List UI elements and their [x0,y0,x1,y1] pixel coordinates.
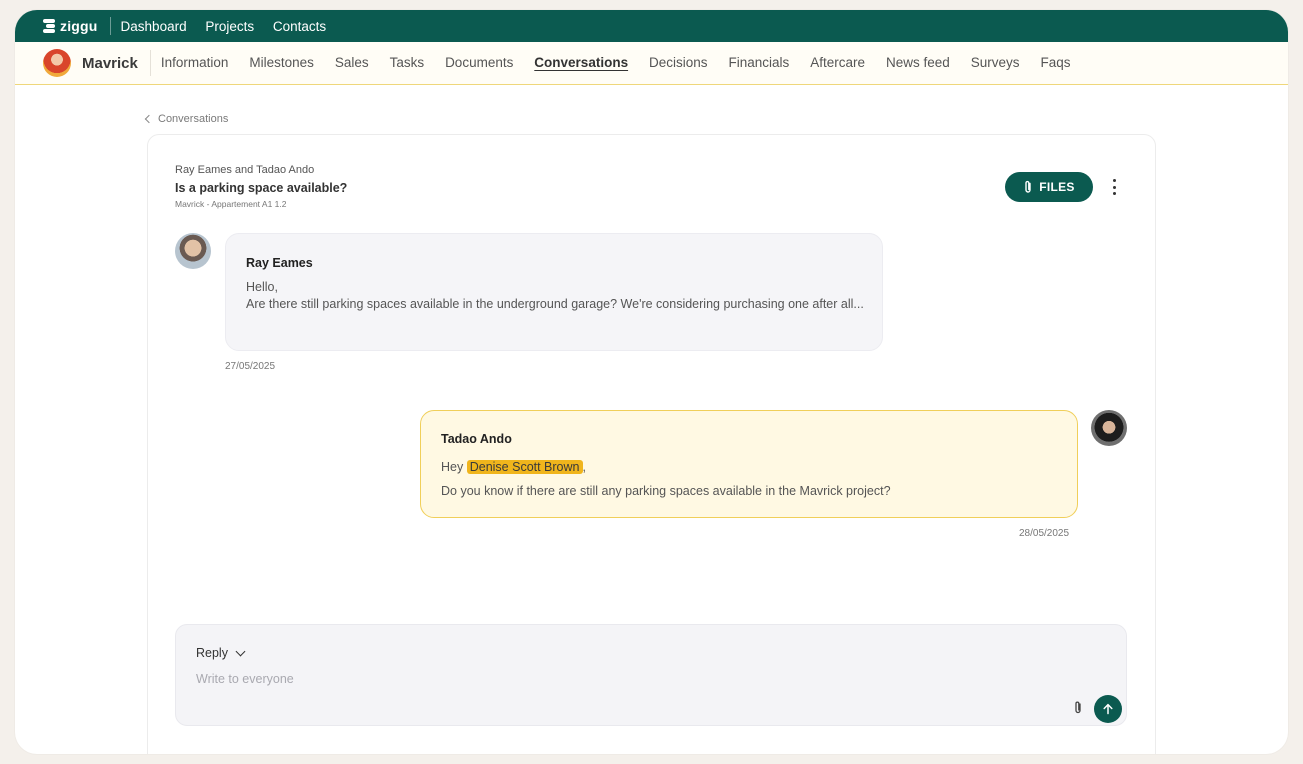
paperclip-icon [1025,180,1031,193]
app-window: ziggu Dashboard Projects Contacts Mavric… [15,10,1288,754]
tab-milestones[interactable]: Milestones [249,55,314,70]
breadcrumb-back[interactable]: Conversations [144,113,229,125]
message-sender: Ray Eames [246,256,313,270]
tab-documents[interactable]: Documents [445,55,513,70]
message-punctuation: , [582,460,586,474]
brand-name: ziggu [60,18,98,34]
tab-aftercare[interactable]: Aftercare [810,55,865,70]
message-body: Hello, Are there still parking spaces av… [246,279,866,313]
conversation-participants: Ray Eames and Tadao Ando [175,164,315,176]
avatar-ray-eames [175,233,211,269]
conversation-subtitle: Mavrick - Appartement A1 1.2 [175,199,287,209]
reply-audience-dropdown[interactable]: Reply [196,646,246,660]
tab-decisions[interactable]: Decisions [649,55,708,70]
conversation-card: Ray Eames and Tadao Ando Is a parking sp… [147,134,1156,754]
ziggu-logo[interactable]: ziggu [43,18,98,34]
message-bubble: Ray Eames Hello, Are there still parking… [225,233,883,351]
send-button[interactable] [1094,695,1122,723]
tab-sales[interactable]: Sales [335,55,369,70]
chevron-left-icon [144,114,154,124]
message-line: Are there still parking spaces available… [246,297,864,311]
own-message-bubble: Tadao Ando Hey Denise Scott Brown, Do yo… [420,410,1078,518]
conversation-title: Is a parking space available? [175,181,348,195]
reply-box: Reply [175,624,1127,726]
tab-information[interactable]: Information [161,55,229,70]
message-date: 27/05/2025 [225,361,276,372]
files-button-label: FILES [1039,180,1075,194]
tab-financials[interactable]: Financials [729,55,790,70]
nav-projects[interactable]: Projects [205,19,254,34]
reply-label: Reply [196,646,228,660]
chevron-down-icon [235,646,246,656]
message-greeting: Hey [441,460,464,474]
breadcrumb-label: Conversations [158,113,229,125]
message-date: 28/05/2025 [1019,528,1070,539]
project-bar: Mavrick Information Milestones Sales Tas… [15,42,1288,85]
project-tabs: Information Milestones Sales Tasks Docum… [161,54,1087,72]
message-line: Hello, [246,280,278,294]
tab-faqs[interactable]: Faqs [1040,55,1070,70]
project-avatar [43,49,71,77]
tab-tasks[interactable]: Tasks [390,55,425,70]
arrow-up-icon [1103,703,1113,715]
project-divider [149,50,151,76]
tab-conversations[interactable]: Conversations [534,55,628,70]
mention-tag[interactable]: Denise Scott Brown [466,460,583,474]
paperclip-icon[interactable] [1073,700,1083,715]
message-body: Hey Denise Scott Brown, Do you know if t… [441,455,1061,503]
files-button[interactable]: FILES [1005,172,1093,202]
more-options-icon[interactable] [1110,179,1118,195]
tab-surveys[interactable]: Surveys [971,55,1020,70]
nav-dashboard[interactable]: Dashboard [121,19,187,34]
avatar-tadao-ando [1091,410,1127,446]
top-nav: Dashboard Projects Contacts [121,19,342,34]
ziggu-logo-icon [43,19,55,33]
top-divider [109,17,111,35]
nav-contacts[interactable]: Contacts [273,19,326,34]
reply-input[interactable] [196,669,1056,689]
message-sender: Tadao Ando [441,432,512,446]
project-name[interactable]: Mavrick [82,55,138,72]
tab-news-feed[interactable]: News feed [886,55,950,70]
message-line: Hey Denise Scott Brown, [441,455,1061,479]
top-bar: ziggu Dashboard Projects Contacts [15,10,1288,42]
message-line: Do you know if there are still any parki… [441,484,891,498]
